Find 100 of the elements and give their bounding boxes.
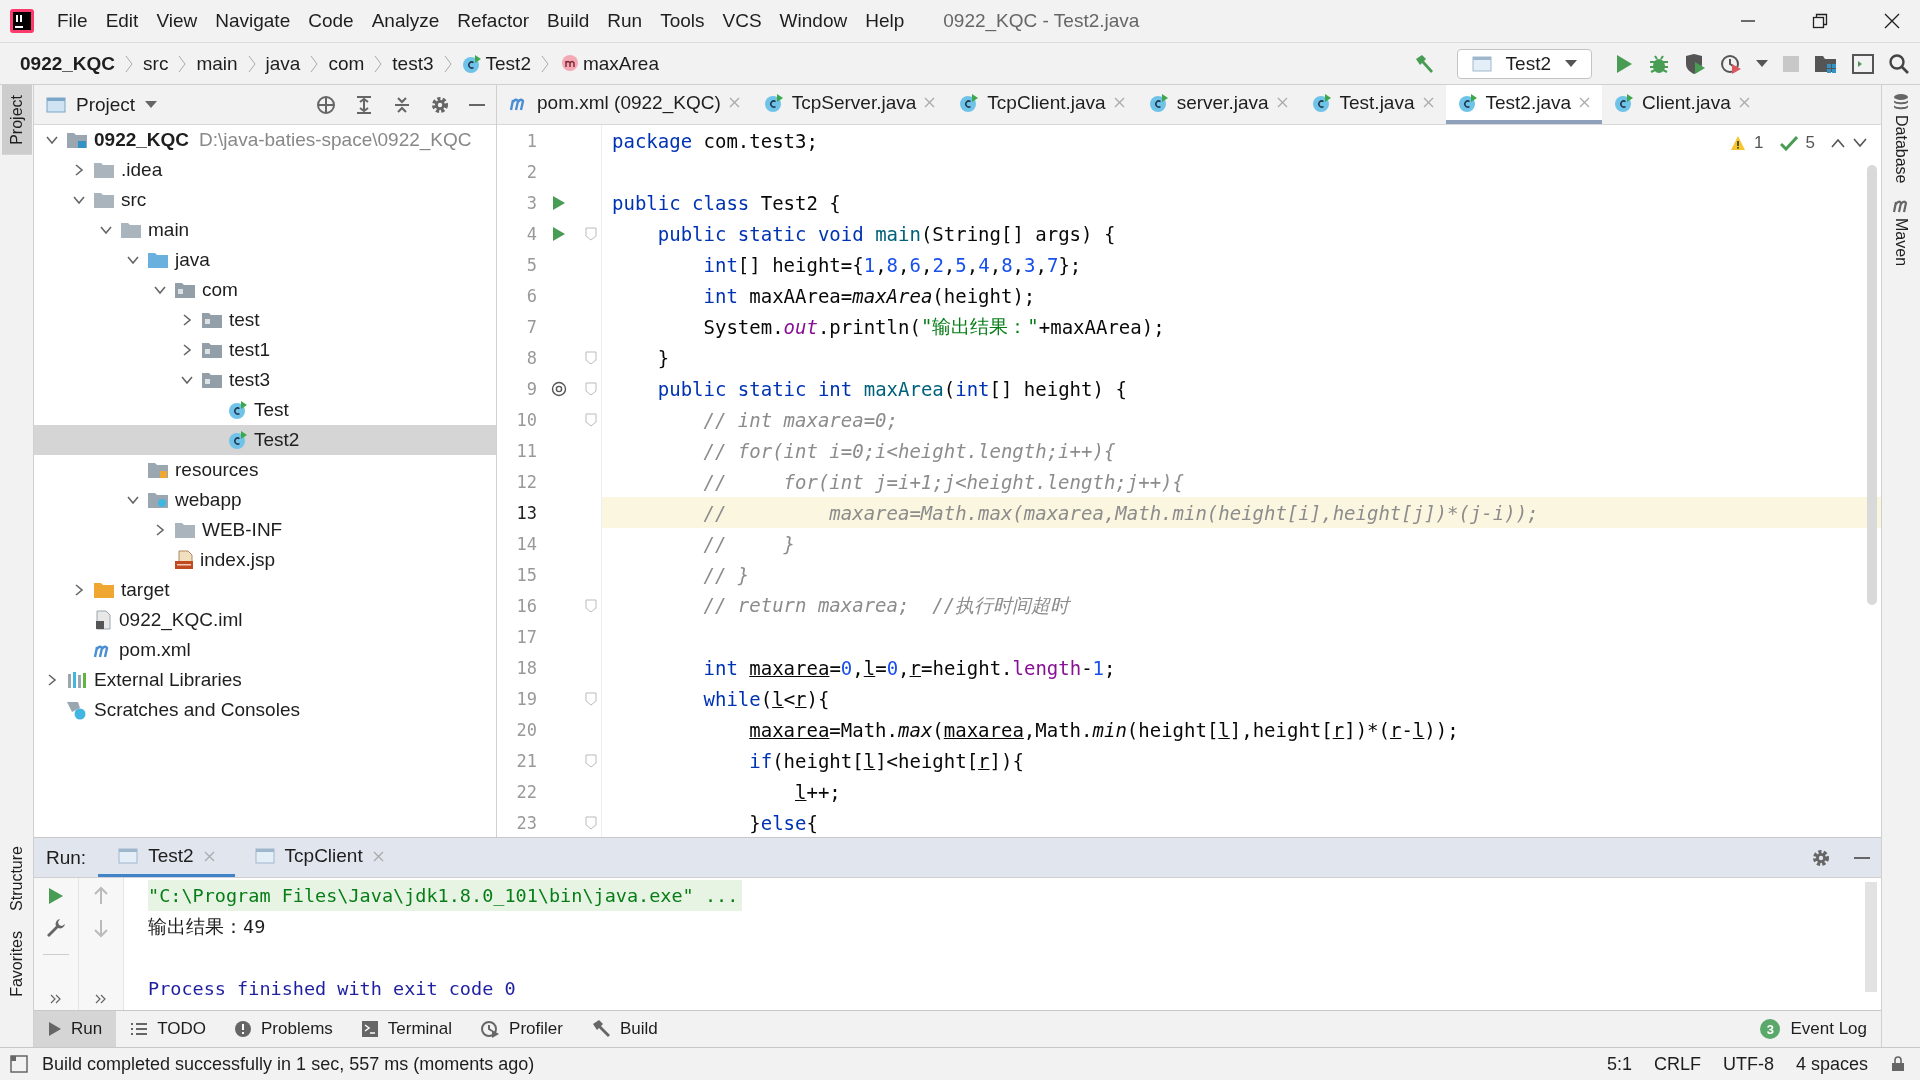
breadcrumb[interactable]: Test2 (481, 52, 535, 75)
override-marker-icon[interactable] (551, 380, 567, 397)
menu-item[interactable]: Navigate (206, 10, 300, 32)
breadcrumb[interactable]: com (324, 52, 369, 75)
status-item[interactable]: CRLF (1653, 1053, 1701, 1075)
event-log-button[interactable]: 3 Event Log (1760, 1011, 1881, 1047)
tree-item[interactable]: Test (34, 395, 496, 425)
menu-item[interactable]: Run (598, 10, 652, 32)
run-gutter-icon[interactable] (552, 194, 566, 211)
chevron-up-icon[interactable] (1831, 138, 1845, 148)
collapse-all-icon[interactable] (392, 94, 412, 115)
more-icon[interactable] (50, 994, 62, 1004)
wrench-icon[interactable] (46, 918, 66, 938)
tree-item[interactable]: webapp (34, 485, 496, 515)
tree-item[interactable]: .idea (34, 155, 496, 185)
run-icon[interactable] (1614, 52, 1634, 75)
tool-window-tab[interactable]: Structure (1, 836, 32, 922)
menu-item[interactable]: Tools (651, 10, 714, 32)
editor-tab[interactable]: TcpClient.java (947, 85, 1137, 124)
menu-item[interactable]: View (147, 10, 207, 32)
menu-item[interactable]: Help (856, 10, 914, 32)
dropdown-arrow-icon[interactable] (145, 100, 158, 109)
restore-icon[interactable] (1812, 13, 1828, 29)
editor-tab[interactable]: TcpServer.java (751, 85, 948, 124)
tree-item[interactable]: WEB-INF (34, 515, 496, 545)
editor-tab[interactable]: Test2.java (1445, 85, 1603, 124)
editor-tab[interactable]: pom.xml (0922_KQC) (497, 85, 752, 124)
breadcrumb[interactable]: src (139, 52, 173, 75)
run-tab[interactable]: TcpClient (234, 838, 404, 877)
editor-tab[interactable]: Test.java (1299, 85, 1446, 124)
breadcrumb[interactable]: main (192, 52, 242, 75)
menu-item[interactable]: Window (770, 10, 857, 32)
tool-window-tab[interactable]: Maven (1892, 217, 1910, 266)
tool-window-button[interactable]: Terminal (346, 1011, 467, 1047)
tree-item[interactable]: main (34, 215, 496, 245)
tool-window-button[interactable]: Problems (220, 1011, 347, 1047)
tree-item[interactable]: src (34, 185, 496, 215)
crosshair-icon[interactable] (316, 94, 336, 115)
tool-window-button[interactable]: Profiler (466, 1011, 577, 1047)
tool-window-tab[interactable]: Project (1, 85, 32, 155)
tree-item[interactable]: External Libraries (34, 665, 496, 695)
panel-title[interactable]: Project (76, 93, 136, 116)
profiler-icon[interactable] (1720, 52, 1742, 75)
expand-all-icon[interactable] (354, 94, 374, 115)
status-item[interactable]: 5:1 (1606, 1053, 1632, 1075)
class-icon (763, 92, 784, 113)
tool-window-button[interactable]: Run (34, 1011, 117, 1047)
settings-icon[interactable] (1811, 847, 1831, 868)
menu-item[interactable]: File (48, 10, 97, 32)
status-item[interactable]: 4 spaces (1795, 1053, 1868, 1075)
tree-item[interactable]: test (34, 305, 496, 335)
tree-item[interactable]: com (34, 275, 496, 305)
more-icon[interactable] (95, 994, 107, 1004)
settings-icon[interactable] (430, 94, 450, 115)
dropdown-arrow-icon[interactable] (1756, 59, 1768, 68)
breadcrumb[interactable]: 0922_KQC (16, 52, 120, 75)
scrollbar[interactable] (1865, 882, 1877, 992)
menu-item[interactable]: Edit (96, 10, 148, 32)
tree-item[interactable]: pom.xml (34, 635, 496, 665)
close-icon[interactable] (1884, 13, 1900, 29)
layout-icon[interactable] (10, 1055, 28, 1073)
coverage-icon[interactable] (1684, 52, 1706, 75)
menu-item[interactable]: Code (299, 10, 363, 32)
editor-tab[interactable]: Client.java (1602, 85, 1762, 124)
menu-item[interactable]: VCS (713, 10, 771, 32)
rerun-icon[interactable] (47, 886, 65, 906)
breadcrumb[interactable]: maxArea (578, 52, 663, 75)
breadcrumb[interactable]: java (261, 52, 305, 75)
tree-item[interactable]: test3 (34, 365, 496, 395)
breadcrumb[interactable]: test3 (388, 52, 438, 75)
check-icon[interactable] (1779, 135, 1798, 151)
warning-icon[interactable] (1730, 135, 1747, 151)
tree-item[interactable]: index.jsp (34, 545, 496, 575)
search-icon[interactable] (1888, 52, 1910, 75)
tree-item[interactable]: test1 (34, 335, 496, 365)
terminal-window-icon[interactable] (1852, 53, 1874, 74)
folder-icon (147, 460, 169, 480)
lock-icon[interactable] (1890, 1056, 1906, 1072)
menu-item[interactable]: Analyze (362, 10, 449, 32)
chevron-down-icon[interactable] (1853, 138, 1867, 148)
menu-item[interactable]: Build (538, 10, 599, 32)
tool-window-button[interactable]: Build (576, 1011, 672, 1047)
editor-tab[interactable]: server.java (1136, 85, 1300, 124)
scrollbar[interactable] (1867, 165, 1877, 605)
tree-item[interactable]: 0922_KQC.iml (34, 605, 496, 635)
status-item[interactable]: UTF-8 (1722, 1053, 1774, 1075)
tree-item[interactable]: Test2 (34, 425, 496, 455)
tree-item[interactable]: 0922_KQC D:\java-baties-space\0922_KQC (34, 125, 496, 155)
tool-window-button[interactable]: TODO (116, 1011, 220, 1047)
run-config-dropdown[interactable]: Test2 (1456, 48, 1592, 79)
tree-item[interactable]: resources (34, 455, 496, 485)
run-gutter-icon[interactable] (552, 225, 566, 242)
panel-title: Run: (45, 845, 88, 870)
tree-item[interactable]: Scratches and Consoles (34, 695, 496, 725)
tool-window-tab[interactable]: Favorites (1, 921, 32, 1007)
folder-icon (201, 310, 223, 330)
menu-item[interactable]: Refactor (448, 10, 539, 32)
tree-item[interactable]: java (34, 245, 496, 275)
tool-window-tab[interactable]: Database (1892, 115, 1910, 184)
tree-item[interactable]: target (34, 575, 496, 605)
